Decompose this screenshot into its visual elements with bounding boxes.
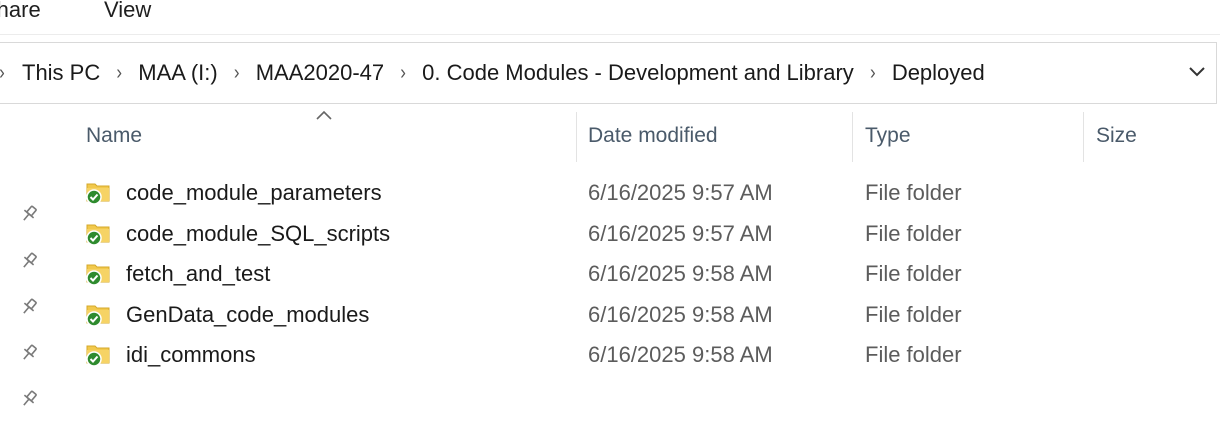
file-name[interactable]: code_module_parameters <box>126 180 382 206</box>
file-type: File folder <box>865 342 962 367</box>
column-divider[interactable] <box>576 112 577 162</box>
column-header-type[interactable]: Type <box>865 124 911 148</box>
file-date-modified: 6/16/2025 9:58 AM <box>588 301 773 327</box>
file-date-modified: 6/16/2025 9:58 AM <box>588 342 773 367</box>
file-name[interactable]: fetch_and_test <box>126 261 270 287</box>
file-row[interactable]: GenData_code_modules 6/16/2025 9:58 AM F… <box>0 294 1220 335</box>
file-row[interactable]: code_module_SQL_scripts 6/16/2025 9:57 A… <box>0 213 1220 254</box>
file-list: code_module_parameters 6/16/2025 9:57 AM… <box>0 172 1220 375</box>
file-type: File folder <box>865 301 962 327</box>
breadcrumb-separator-icon[interactable]: › <box>0 61 6 85</box>
folder-synced-icon <box>86 264 110 286</box>
breadcrumb-separator-icon[interactable]: › <box>862 61 884 85</box>
column-header-name[interactable]: Name <box>86 124 142 148</box>
breadcrumb-code-modules[interactable]: 0. Code Modules - Development and Librar… <box>420 58 856 88</box>
file-date-modified: 6/16/2025 9:58 AM <box>588 261 773 286</box>
file-row[interactable]: fetch_and_test 6/16/2025 9:58 AM File fo… <box>0 253 1220 294</box>
ribbon-tab-bar: Share View <box>0 0 1220 35</box>
file-date-modified: 6/16/2025 9:57 AM <box>588 220 773 246</box>
file-row[interactable]: idi_commons 6/16/2025 9:58 AM File folde… <box>0 334 1220 375</box>
file-row[interactable]: code_module_parameters 6/16/2025 9:57 AM… <box>0 172 1220 213</box>
file-name[interactable]: code_module_SQL_scripts <box>126 221 390 247</box>
column-header-date-modified[interactable]: Date modified <box>588 124 718 148</box>
tab-share[interactable]: Share <box>0 0 41 23</box>
breadcrumb-separator-icon[interactable]: › <box>226 61 248 85</box>
chevron-down-icon[interactable] <box>1184 59 1210 85</box>
file-type: File folder <box>865 261 962 286</box>
folder-synced-icon <box>86 345 110 367</box>
breadcrumb-project[interactable]: MAA2020-47 <box>254 58 386 88</box>
breadcrumb-separator-icon[interactable]: › <box>108 61 130 85</box>
breadcrumb-this-pc[interactable]: This PC <box>20 58 102 88</box>
breadcrumb-deployed[interactable]: Deployed <box>890 58 987 88</box>
breadcrumb-drive[interactable]: MAA (I:) <box>136 58 219 88</box>
pin-icon[interactable] <box>18 388 40 410</box>
address-bar[interactable]: › This PC › MAA (I:) › MAA2020-47 › 0. C… <box>0 42 1217 104</box>
tab-view[interactable]: View <box>104 0 151 23</box>
file-name[interactable]: idi_commons <box>126 342 256 368</box>
column-divider[interactable] <box>852 112 853 162</box>
file-explorer-window: Share View › This PC › MAA (I:) › MAA202… <box>0 0 1220 425</box>
file-name[interactable]: GenData_code_modules <box>126 302 369 328</box>
breadcrumb-separator-icon[interactable]: › <box>392 61 414 85</box>
column-header-size[interactable]: Size <box>1096 124 1137 148</box>
file-date-modified: 6/16/2025 9:57 AM <box>588 180 773 205</box>
folder-synced-icon <box>86 183 110 205</box>
folder-synced-icon <box>86 305 110 327</box>
folder-synced-icon <box>86 224 110 246</box>
file-type: File folder <box>865 220 962 246</box>
file-type: File folder <box>865 180 962 205</box>
column-divider[interactable] <box>1083 112 1084 162</box>
column-header-row: Name Date modified Type Size <box>0 112 1220 164</box>
breadcrumb: › This PC › MAA (I:) › MAA2020-47 › 0. C… <box>0 43 987 103</box>
